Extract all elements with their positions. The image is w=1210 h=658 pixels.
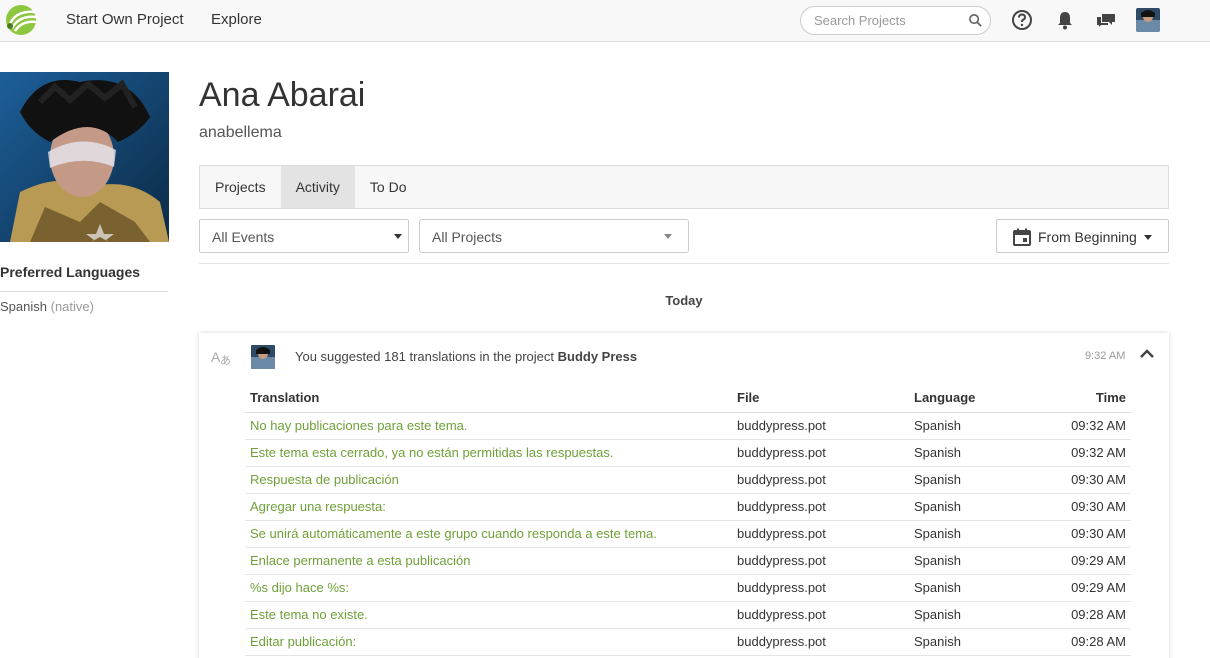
divider: [199, 263, 1169, 264]
projects-filter-value: All Projects: [432, 229, 503, 245]
column-header-file: File: [732, 384, 909, 413]
time-cell: 09:30 AM: [1027, 466, 1131, 494]
language-name: Spanish: [0, 299, 47, 314]
column-header-time: Time: [1027, 384, 1131, 413]
translation-link[interactable]: %s dijo hace %s:: [245, 574, 732, 602]
activity-project-link[interactable]: Buddy Press: [558, 349, 637, 364]
bell-icon[interactable]: [1054, 9, 1076, 31]
file-cell: buddypress.pot: [732, 628, 909, 656]
start-own-project-link[interactable]: Start Own Project: [66, 11, 184, 28]
profile-photo: [0, 72, 169, 242]
language-cell: Spanish: [909, 601, 1027, 629]
translation-link[interactable]: Respuesta de publicación: [245, 466, 732, 494]
time-cell: 09:32 AM: [1027, 412, 1131, 440]
user-avatar[interactable]: [1136, 8, 1160, 32]
svg-text:あ: あ: [220, 354, 231, 366]
time-cell: 09:32 AM: [1027, 439, 1131, 467]
table-row: Respuesta de publicación buddypress.pot …: [245, 466, 1131, 494]
file-cell: buddypress.pot: [732, 412, 909, 440]
language-cell: Spanish: [909, 547, 1027, 575]
search-box[interactable]: [800, 6, 991, 35]
column-header-language: Language: [909, 384, 1027, 413]
time-cell: 09:28 AM: [1027, 628, 1131, 656]
language-cell: Spanish: [909, 520, 1027, 548]
chat-icon[interactable]: [1095, 9, 1117, 31]
table-header-row: Translation File Language Time: [245, 384, 1131, 413]
translation-link[interactable]: No hay publicaciones para este tema.: [245, 412, 732, 440]
tab-to-do[interactable]: To Do: [355, 166, 422, 208]
table-row: Editar publicación: buddypress.pot Spani…: [245, 628, 1131, 656]
language-cell: Spanish: [909, 628, 1027, 656]
column-header-translation: Translation: [245, 384, 732, 413]
table-row: Este tema esta cerrado, ya no están perm…: [245, 439, 1131, 467]
language-cell: Spanish: [909, 439, 1027, 467]
table-row: No hay publicaciones para este tema. bud…: [245, 412, 1131, 440]
activity-card: A あ You suggested 181 translations in th…: [199, 333, 1169, 658]
chevron-down-icon: [664, 234, 672, 239]
table-row: Agregar una respuesta: buddypress.pot Sp…: [245, 493, 1131, 521]
time-cell: 09:30 AM: [1027, 493, 1131, 521]
date-range-button[interactable]: From Beginning: [996, 219, 1169, 253]
search-input[interactable]: [814, 13, 962, 28]
language-cell: Spanish: [909, 574, 1027, 602]
translate-icon: A あ: [211, 349, 231, 366]
preferred-language-item: Spanish (native): [0, 299, 94, 314]
calendar-icon: [1013, 228, 1031, 246]
file-cell: buddypress.pot: [732, 466, 909, 494]
logo-icon[interactable]: [2, 4, 40, 36]
language-cell: Spanish: [909, 412, 1027, 440]
translation-link[interactable]: Agregar una respuesta:: [245, 493, 732, 521]
language-cell: Spanish: [909, 466, 1027, 494]
activity-avatar: [251, 345, 275, 369]
time-cell: 09:29 AM: [1027, 574, 1131, 602]
table-row: %s dijo hace %s: buddypress.pot Spanish …: [245, 574, 1131, 602]
time-cell: 09:29 AM: [1027, 547, 1131, 575]
file-cell: buddypress.pot: [732, 574, 909, 602]
translation-link[interactable]: Este tema esta cerrado, ya no están perm…: [245, 439, 732, 467]
file-cell: buddypress.pot: [732, 601, 909, 629]
file-cell: buddypress.pot: [732, 547, 909, 575]
date-range-value: From Beginning: [1038, 229, 1137, 245]
day-heading: Today: [665, 293, 703, 308]
language-cell: Spanish: [909, 493, 1027, 521]
translation-link[interactable]: Se unirá automáticamente a este grupo cu…: [245, 520, 732, 548]
table-row: Este tema no existe. buddypress.pot Span…: [245, 601, 1131, 629]
time-cell: 09:30 AM: [1027, 520, 1131, 548]
translations-table: Translation File Language Time No hay pu…: [245, 384, 1131, 656]
translation-link[interactable]: Enlace permanente a esta publicación: [245, 547, 732, 575]
events-filter-select[interactable]: All Events: [199, 219, 409, 253]
user-name: Ana Abarai: [199, 76, 366, 114]
divider: [0, 291, 168, 292]
activity-summary-text: You suggested 181 translations in the pr…: [295, 349, 554, 364]
username: anabellema: [199, 124, 282, 141]
language-note: (native): [50, 299, 94, 314]
top-navbar: Start Own Project Explore: [0, 0, 1210, 42]
activity-summary: You suggested 181 translations in the pr…: [295, 349, 637, 364]
file-cell: buddypress.pot: [732, 520, 909, 548]
time-cell: 09:28 AM: [1027, 601, 1131, 629]
projects-filter-select[interactable]: All Projects: [419, 219, 689, 253]
preferred-languages-title: Preferred Languages: [0, 264, 141, 280]
explore-link[interactable]: Explore: [211, 11, 262, 28]
help-icon[interactable]: [1011, 9, 1033, 31]
tab-activity[interactable]: Activity: [280, 166, 355, 208]
table-row: Enlace permanente a esta publicación bud…: [245, 547, 1131, 575]
search-icon[interactable]: [968, 13, 983, 28]
translation-link[interactable]: Este tema no existe.: [245, 601, 732, 629]
events-filter-value: All Events: [212, 229, 275, 245]
chevron-down-icon: [394, 234, 402, 239]
file-cell: buddypress.pot: [732, 493, 909, 521]
translation-link[interactable]: Editar publicación:: [245, 628, 732, 656]
file-cell: buddypress.pot: [732, 439, 909, 467]
chevron-down-icon: [1144, 235, 1152, 240]
tab-projects[interactable]: Projects: [200, 166, 281, 208]
profile-tabs: Projects Activity To Do: [199, 165, 1169, 209]
table-row: Se unirá automáticamente a este grupo cu…: [245, 520, 1131, 548]
activity-time: 9:32 AM: [1085, 350, 1126, 362]
chevron-up-icon[interactable]: [1139, 347, 1155, 359]
